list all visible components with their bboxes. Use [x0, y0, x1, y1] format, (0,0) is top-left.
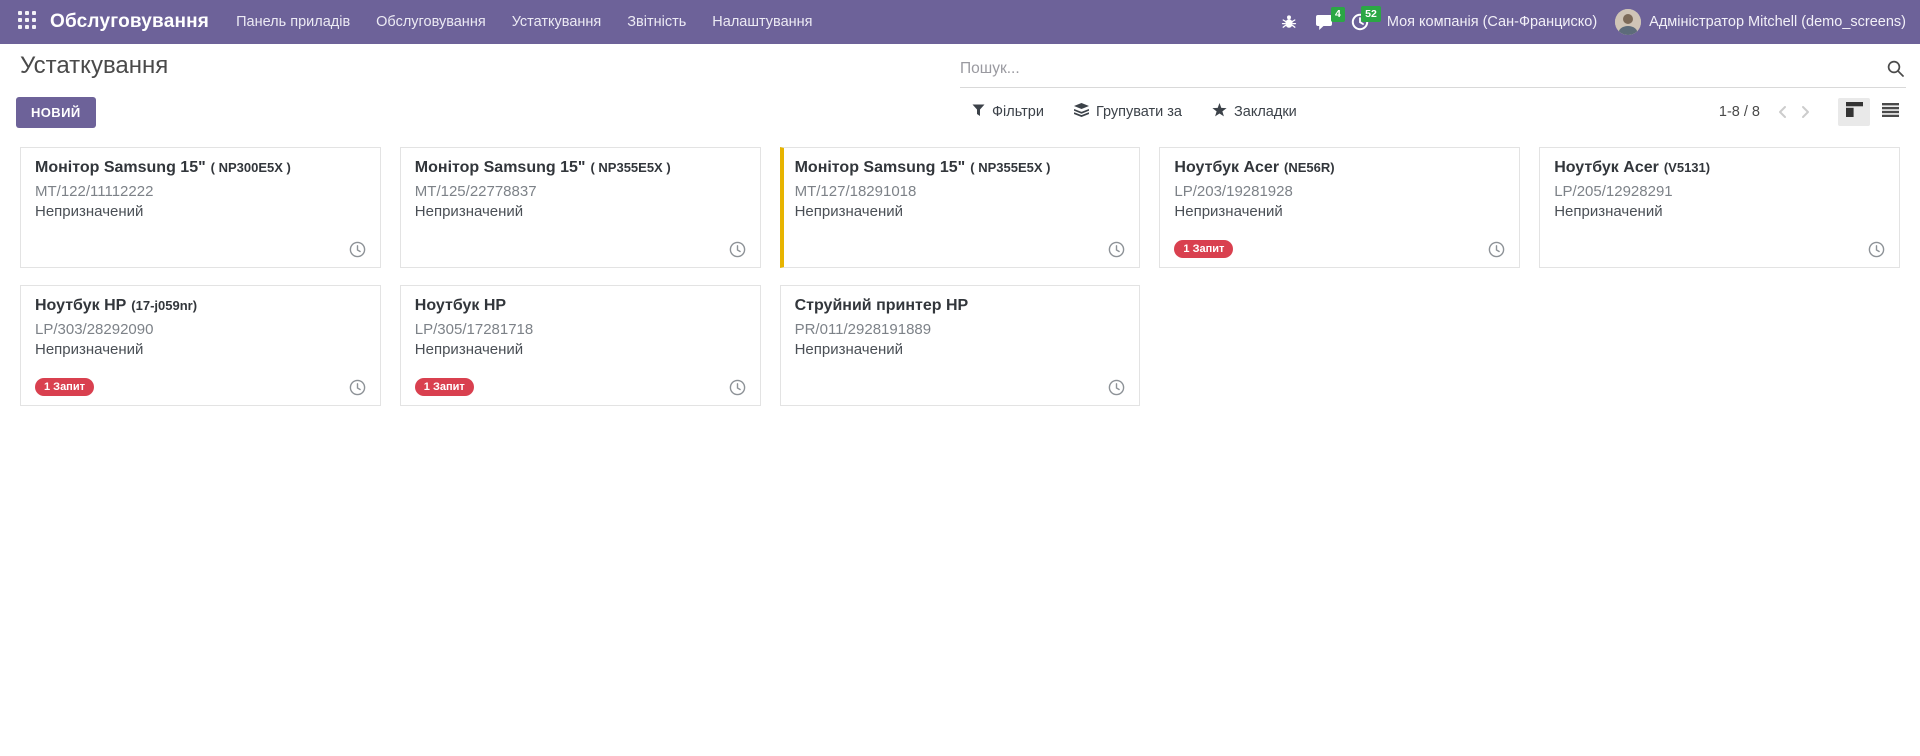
new-button[interactable]: НОВИЙ	[16, 97, 96, 128]
equipment-assignee: Непризначений	[35, 203, 366, 220]
star-icon	[1212, 103, 1227, 121]
control-panel-top: Устаткування	[0, 44, 1920, 88]
equipment-model: (V5131)	[1664, 160, 1710, 175]
user-name: Адміністратор Mitchell (demo_screens)	[1649, 14, 1906, 30]
equipment-name: Монітор Samsung 15"	[415, 159, 586, 177]
kanban-view-button[interactable]	[1838, 98, 1870, 126]
app-menu: Панель приладів Обслуговування Устаткува…	[223, 0, 825, 44]
equipment-card[interactable]: Монітор Samsung 15" ( NP355E5X ) MT/125/…	[400, 147, 761, 268]
activity-clock-icon[interactable]	[1488, 241, 1505, 258]
list-view-icon	[1882, 103, 1899, 122]
filters-label: Фільтри	[992, 104, 1044, 120]
activity-clock-icon[interactable]	[1868, 241, 1885, 258]
equipment-serial: LP/303/28292090	[35, 321, 366, 338]
pager-previous-icon[interactable]	[1772, 100, 1792, 124]
menu-item-reporting[interactable]: Звітність	[614, 0, 699, 44]
equipment-serial: MT/125/22778837	[415, 183, 746, 200]
equipment-name: Ноутбук HP	[415, 297, 506, 315]
equipment-card[interactable]: Ноутбук HP (17-j059nr) LP/303/28292090 Н…	[20, 285, 381, 406]
menu-item-dashboard[interactable]: Панель приладів	[223, 0, 363, 44]
view-switcher	[1838, 98, 1906, 126]
activity-clock-icon[interactable]	[349, 241, 366, 258]
equipment-card[interactable]: Монітор Samsung 15" ( NP300E5X ) MT/122/…	[20, 147, 381, 268]
filters-menu[interactable]: Фільтри	[972, 104, 1044, 121]
activities-count-badge: 52	[1361, 6, 1381, 22]
search-options: Фільтри Групувати за Закладки	[972, 103, 1297, 121]
list-view-button[interactable]	[1874, 98, 1906, 126]
topbar: Обслуговування Панель приладів Обслугову…	[0, 0, 1920, 44]
debug-bug-icon[interactable]	[1281, 14, 1297, 30]
equipment-model: ( NP355E5X )	[590, 160, 670, 175]
request-count-badge: 1 Запит	[35, 378, 94, 396]
activities-icon[interactable]: 52	[1351, 13, 1369, 31]
equipment-card[interactable]: Ноутбук HP LP/305/17281718 Непризначений…	[400, 285, 761, 406]
favorites-label: Закладки	[1234, 104, 1297, 120]
equipment-serial: PR/011/2928191889	[795, 321, 1126, 338]
avatar	[1615, 9, 1641, 35]
equipment-name: Монітор Samsung 15"	[35, 159, 206, 177]
equipment-assignee: Непризначений	[1174, 203, 1505, 220]
pager: 1-8 / 8	[1719, 100, 1816, 124]
group-by-menu[interactable]: Групувати за	[1074, 103, 1182, 121]
request-count-badge: 1 Запит	[1174, 240, 1233, 258]
equipment-name: Монітор Samsung 15"	[795, 159, 966, 177]
equipment-name: Ноутбук HP	[35, 297, 126, 315]
equipment-assignee: Непризначений	[415, 341, 746, 358]
equipment-assignee: Непризначений	[1554, 203, 1885, 220]
equipment-name: Ноутбук Acer	[1174, 159, 1279, 177]
favorites-menu[interactable]: Закладки	[1212, 103, 1297, 121]
current-app-name[interactable]: Обслуговування	[44, 11, 223, 33]
equipment-model: ( NP300E5X )	[211, 160, 291, 175]
activity-clock-icon[interactable]	[349, 379, 366, 396]
kanban-view-icon	[1846, 102, 1863, 122]
company-switcher[interactable]: Моя компанія (Сан-Франциско)	[1387, 14, 1597, 30]
activity-clock-icon[interactable]	[1108, 241, 1125, 258]
equipment-card[interactable]: Струйний принтер HP PR/011/2928191889 Не…	[780, 285, 1141, 406]
search-box	[960, 50, 1906, 88]
equipment-model: ( NP355E5X )	[970, 160, 1050, 175]
messages-count-badge: 4	[1331, 7, 1345, 23]
messages-icon[interactable]: 4	[1315, 14, 1333, 31]
kanban-grid: Монітор Samsung 15" ( NP300E5X ) MT/122/…	[0, 136, 1920, 406]
equipment-serial: LP/205/12928291	[1554, 183, 1885, 200]
apps-menu-button[interactable]	[10, 0, 44, 44]
menu-item-equipment[interactable]: Устаткування	[499, 0, 615, 44]
equipment-card[interactable]: Ноутбук Acer (V5131) LP/205/12928291 Неп…	[1539, 147, 1900, 268]
activity-clock-icon[interactable]	[1108, 379, 1125, 396]
pager-next-icon[interactable]	[1796, 100, 1816, 124]
search-input[interactable]	[960, 60, 1879, 78]
search-icon[interactable]	[1879, 56, 1906, 81]
equipment-serial: MT/122/11112222	[35, 183, 366, 200]
equipment-assignee: Непризначений	[415, 203, 746, 220]
equipment-assignee: Непризначений	[795, 203, 1126, 220]
filter-funnel-icon	[972, 104, 985, 121]
equipment-assignee: Непризначений	[795, 341, 1126, 358]
equipment-assignee: Непризначений	[35, 341, 366, 358]
equipment-model: (17-j059nr)	[131, 298, 197, 313]
activity-clock-icon[interactable]	[729, 241, 746, 258]
layers-icon	[1074, 103, 1089, 121]
pager-value[interactable]: 1-8 / 8	[1719, 104, 1760, 120]
equipment-name: Струйний принтер HP	[795, 297, 969, 315]
group-by-label: Групувати за	[1096, 104, 1182, 120]
equipment-model: (NE56R)	[1284, 160, 1335, 175]
control-panel-bottom: НОВИЙ Фільтри Групувати за	[0, 88, 1920, 136]
page-title: Устаткування	[20, 52, 168, 80]
equipment-serial: LP/203/19281928	[1174, 183, 1505, 200]
menu-item-settings[interactable]: Налаштування	[699, 0, 825, 44]
equipment-card[interactable]: Ноутбук Acer (NE56R) LP/203/19281928 Неп…	[1159, 147, 1520, 268]
equipment-serial: MT/127/18291018	[795, 183, 1126, 200]
activity-clock-icon[interactable]	[729, 379, 746, 396]
request-count-badge: 1 Запит	[415, 378, 474, 396]
apps-grid-icon	[18, 11, 36, 34]
user-menu[interactable]: Адміністратор Mitchell (demo_screens)	[1615, 9, 1906, 35]
equipment-card[interactable]: Монітор Samsung 15" ( NP355E5X ) MT/127/…	[780, 147, 1141, 268]
equipment-serial: LP/305/17281718	[415, 321, 746, 338]
equipment-name: Ноутбук Acer	[1554, 159, 1659, 177]
menu-item-maintenance[interactable]: Обслуговування	[363, 0, 499, 44]
